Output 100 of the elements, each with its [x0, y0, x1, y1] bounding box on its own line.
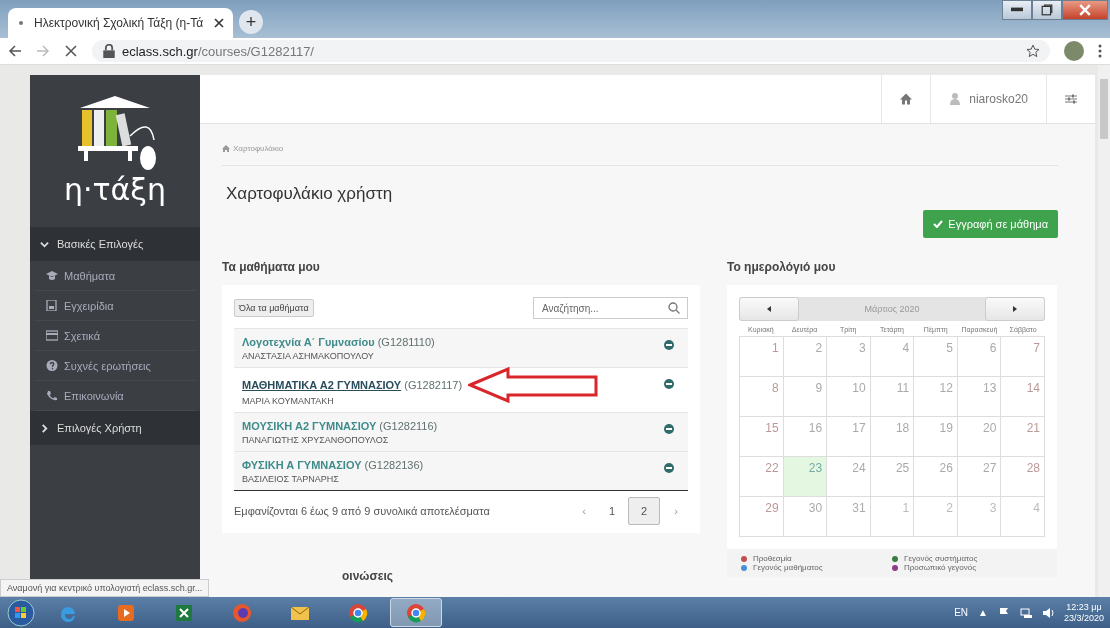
calendar-day[interactable]: 6	[957, 337, 1002, 377]
page-button[interactable]: 2	[628, 497, 660, 525]
chevron-right-icon	[40, 423, 49, 433]
calendar-day[interactable]: 2	[914, 497, 958, 537]
user-icon	[949, 93, 962, 105]
course-row[interactable]: ΦΥΣΙΚΗ Α ΓΥΜΝΑΣΙΟΥ (G1282136) ΒΑΣΙΛΕΙΟΣ ΤΑΡΝΑΡΗΣ	[234, 451, 688, 490]
all-courses-button[interactable]: Όλα τα μαθήματα	[234, 299, 314, 317]
clock-time[interactable]: 12:23 μμ	[1066, 601, 1102, 613]
teacher-name: ΜΑΡΙΑ ΚΟΥΜΑΝΤΑΚΗ	[242, 396, 335, 406]
minus-circle-icon[interactable]	[664, 463, 674, 473]
home-icon[interactable]	[900, 93, 913, 105]
calendar-day[interactable]: 31	[827, 497, 871, 537]
calendar-day[interactable]: 23	[783, 457, 828, 497]
star-icon[interactable]	[1026, 44, 1040, 58]
page-button[interactable]: 1	[600, 497, 624, 525]
sidebar-section[interactable]: Βασικές Επιλογές	[30, 227, 200, 261]
calendar-day[interactable]: 5	[914, 337, 958, 377]
sidebar-section[interactable]: Επιλογές Χρήστη	[30, 411, 200, 445]
calendar-day[interactable]: 26	[914, 457, 958, 497]
calendar-day[interactable]: 1	[870, 497, 915, 537]
course-title[interactable]: ΦΥΣΙΚΗ Α ΓΥΜΝΑΣΙΟΥ (G1282136)	[242, 459, 424, 471]
calendar-day[interactable]: 4	[870, 337, 915, 377]
breadcrumb-link[interactable]: Χαρτοφυλάκιο	[233, 144, 284, 153]
close-button[interactable]	[1062, 0, 1108, 20]
back-icon[interactable]	[8, 44, 22, 58]
minus-circle-icon[interactable]	[664, 424, 674, 434]
url-text: eclass.sch.gr/courses/G1282117/	[122, 43, 314, 59]
calendar-day[interactable]: 22	[740, 457, 784, 497]
profile-avatar[interactable]	[1064, 41, 1084, 61]
calendar-day[interactable]: 13	[957, 377, 1002, 417]
calendar-day[interactable]: 8	[740, 377, 784, 417]
calendar-day[interactable]: 10	[827, 377, 871, 417]
scrollbar[interactable]	[1098, 65, 1110, 597]
address-field[interactable]: eclass.sch.gr/courses/G1282117/	[92, 40, 1050, 62]
calendar-day[interactable]: 28	[1001, 457, 1045, 497]
close-icon[interactable]	[213, 17, 225, 29]
graduation-cap-icon	[46, 270, 58, 281]
calendar-day[interactable]: 17	[827, 417, 871, 457]
settings-icon[interactable]	[1065, 93, 1077, 105]
calendar-day[interactable]: 21	[1001, 417, 1045, 457]
calendar-day[interactable]: 29	[740, 497, 784, 537]
taskbar-button[interactable]	[390, 598, 442, 627]
tray-expand-button[interactable]: ▲	[978, 607, 988, 618]
username-link[interactable]: niarosko20	[969, 92, 1028, 106]
new-tab-button[interactable]: +	[239, 10, 263, 34]
course-row[interactable]: Λογοτεχνία Α΄ Γυμνασίου (G1281110) ΑΝΑΣΤΑΣΙΑ ΑΣΗΜΑΚΟΠΟΥΛΟΥ	[234, 328, 688, 367]
calendar-day[interactable]: 4	[1001, 497, 1045, 537]
calendar-day[interactable]: 12	[914, 377, 958, 417]
teacher-name: ΠΑΝΑΓΙΩΤΗΣ ΧΡΥΣΑΝΘΟΠΟΥΛΟΣ	[242, 435, 390, 445]
network-icon[interactable]	[1019, 606, 1032, 619]
stop-icon[interactable]	[64, 44, 78, 58]
legend-label: Προθεσμία	[753, 554, 792, 563]
calendar-day[interactable]: 27	[957, 457, 1002, 497]
search-field[interactable]: Αναζήτηση...	[533, 297, 688, 319]
restore-icon	[1041, 4, 1053, 16]
home-icon	[222, 145, 230, 152]
speaker-icon[interactable]	[1041, 606, 1054, 619]
calendar-day[interactable]: 3	[827, 337, 871, 377]
register-button[interactable]: Εγγραφή σε μάθημα	[923, 210, 1058, 238]
triangle-right-icon	[1013, 305, 1017, 312]
language-indicator[interactable]: EN	[954, 607, 969, 618]
sidebar-item[interactable]: Μαθήματα	[34, 261, 196, 291]
lock-icon	[102, 44, 116, 58]
calendar-day[interactable]: 24	[827, 457, 871, 497]
card-icon	[46, 330, 58, 341]
calendar-day[interactable]: 9	[783, 377, 828, 417]
calendar-day[interactable]: 19	[914, 417, 958, 457]
menu-icon[interactable]	[1098, 44, 1102, 58]
sidebar-item[interactable]: Συχνές ερωτήσεις	[34, 351, 196, 381]
check-icon	[933, 220, 944, 228]
calendar-day[interactable]: 2	[783, 337, 828, 377]
calendar-day[interactable]: 20	[957, 417, 1002, 457]
calendar-day[interactable]: 3	[957, 497, 1002, 537]
browser-tab[interactable]: Ηλεκτρονική Σχολική Τάξη (η-Τά	[8, 8, 233, 38]
course-title[interactable]: ΜΑΘΗΜΑΤΙΚΑ Α2 ΓΥΜΝΑΣΙΟΥ (G1282117)	[242, 379, 463, 391]
minus-circle-icon[interactable]	[664, 379, 674, 389]
calendar-day[interactable]: 18	[870, 417, 915, 457]
teacher-name: ΑΝΑΣΤΑΣΙΑ ΑΣΗΜΑΚΟΠΟΥΛΟΥ	[242, 351, 375, 361]
clock-date[interactable]: 23/3/2020	[1063, 612, 1104, 624]
minimize-button[interactable]	[1002, 0, 1032, 20]
minus-circle-icon[interactable]	[664, 340, 674, 350]
scrollbar-thumb[interactable]	[1100, 79, 1108, 139]
calendar-day[interactable]: 14	[1001, 377, 1045, 417]
restore-button[interactable]	[1032, 0, 1062, 20]
course-row[interactable]: ΜΟΥΣΙΚΗ Α2 ΓΥΜΝΑΣΙΟΥ (G1282116) ΠΑΝΑΓΙΩΤΗΣ ΧΡΥΣΑΝΘΟΠΟΥΛΟΣ	[234, 412, 688, 451]
calendar-day[interactable]: 11	[870, 377, 915, 417]
calendar-day[interactable]: 25	[870, 457, 915, 497]
calendar-day[interactable]: 30	[783, 497, 828, 537]
calendar-day[interactable]: 1	[740, 337, 784, 377]
round-browser-icon	[347, 601, 369, 624]
legend-label: Γεγονός συστήματος	[904, 554, 978, 563]
course-title[interactable]: Λογοτεχνία Α΄ Γυμνασίου (G1281110)	[242, 336, 435, 348]
calendar-day[interactable]: 7	[1001, 337, 1045, 377]
sidebar-item[interactable]: Εγχειρίδια	[34, 291, 196, 321]
start-button-icon[interactable]	[6, 598, 36, 627]
sidebar-item[interactable]: Σχετικά	[34, 321, 196, 351]
calendar-day[interactable]: 15	[740, 417, 784, 457]
course-title[interactable]: ΜΟΥΣΙΚΗ Α2 ΓΥΜΝΑΣΙΟΥ (G1282116)	[242, 420, 438, 432]
status-popup: Αναμονή για κεντρικό υπολογιστή eclass.sch.gr...	[0, 579, 210, 597]
triangle-left-icon	[767, 305, 771, 312]
